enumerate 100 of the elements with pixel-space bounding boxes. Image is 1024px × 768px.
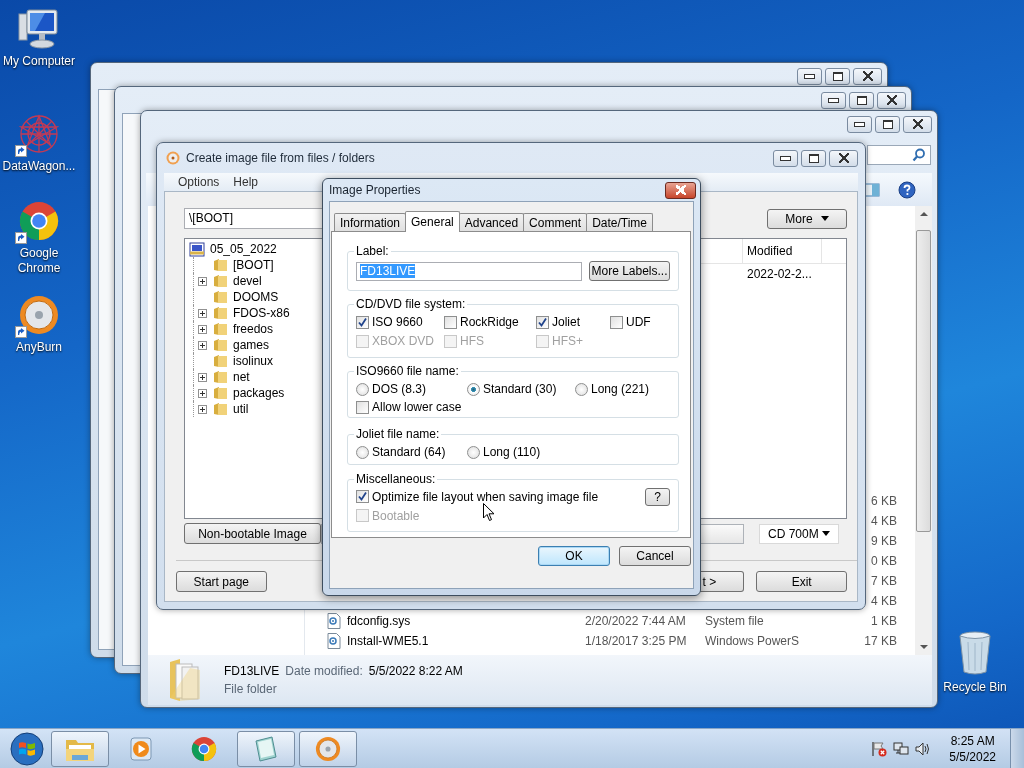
- tab[interactable]: Date/Time: [586, 213, 654, 231]
- menu-item[interactable]: Help: [233, 175, 259, 189]
- close-button[interactable]: [665, 181, 696, 199]
- help-icon[interactable]: [898, 180, 916, 199]
- tree-item[interactable]: games: [233, 338, 270, 352]
- start-page-button[interactable]: Start page: [176, 571, 267, 592]
- menu-item[interactable]: Options: [178, 175, 220, 189]
- expand-icon[interactable]: [198, 324, 207, 334]
- next-button[interactable]: t >: [699, 571, 745, 592]
- speaker-icon[interactable]: [915, 740, 932, 757]
- radio-button[interactable]: [575, 382, 588, 396]
- radio-button[interactable]: [467, 445, 480, 459]
- tab[interactable]: Information: [334, 213, 407, 231]
- clock-date[interactable]: 5/5/2022: [949, 748, 996, 765]
- clock-time[interactable]: 8:25 AM: [950, 732, 995, 749]
- desktop-icon[interactable]: Google Chrome: [0, 200, 78, 276]
- minimize-button[interactable]: [821, 91, 846, 109]
- folder-icon: [213, 354, 228, 368]
- file-size: 6 KB: [871, 494, 897, 508]
- tree-item[interactable]: net: [233, 370, 250, 384]
- close-button[interactable]: [877, 91, 906, 109]
- cancel-button[interactable]: Cancel: [619, 546, 691, 566]
- file-size: 4 KB: [871, 594, 897, 608]
- web-icon: [17, 113, 61, 155]
- close-button[interactable]: [903, 115, 932, 133]
- folder-icon: [213, 370, 228, 384]
- checkbox[interactable]: [610, 315, 623, 329]
- tree-item[interactable]: util: [233, 402, 249, 416]
- taskbar-button[interactable]: [299, 730, 357, 767]
- expand-icon[interactable]: [198, 276, 207, 286]
- tree-item[interactable]: DOOMS: [233, 290, 279, 304]
- tree-item[interactable]: [BOOT]: [233, 258, 274, 272]
- minimize-button[interactable]: [773, 149, 798, 167]
- desktop-icon[interactable]: Recycle Bin: [940, 630, 1010, 695]
- maximize-button[interactable]: [849, 91, 874, 109]
- more-labels-button[interactable]: More Labels...: [589, 261, 670, 281]
- flag-icon[interactable]: [871, 740, 888, 757]
- file-icon: [327, 613, 341, 629]
- browser-icon: [17, 200, 61, 242]
- maximize-button[interactable]: [801, 149, 826, 167]
- tree-item[interactable]: packages: [233, 386, 285, 400]
- radio-label: Long (221): [591, 382, 650, 396]
- minimize-button[interactable]: [847, 115, 872, 133]
- tab[interactable]: Advanced: [458, 213, 525, 231]
- radio-button[interactable]: [467, 382, 480, 396]
- expand-icon[interactable]: [198, 388, 207, 398]
- search-field[interactable]: [867, 145, 931, 165]
- computer-icon: [17, 8, 61, 50]
- tree-item[interactable]: devel: [233, 274, 262, 288]
- caret-icon: [820, 216, 829, 221]
- maximize-button[interactable]: [875, 115, 900, 133]
- file-size: 7 KB: [871, 574, 897, 588]
- close-button[interactable]: [829, 149, 858, 167]
- maximize-button[interactable]: [825, 67, 850, 85]
- radio-button[interactable]: [356, 445, 369, 459]
- item-type: File folder: [224, 682, 278, 696]
- media-dropdown[interactable]: CD 700M: [759, 523, 839, 544]
- desktop-icon[interactable]: My Computer: [0, 8, 78, 69]
- column-header[interactable]: Modified: [743, 239, 822, 263]
- expand-icon[interactable]: [198, 308, 207, 318]
- more-button[interactable]: More: [767, 208, 847, 229]
- radio-button[interactable]: [356, 382, 369, 396]
- checkbox[interactable]: [444, 315, 457, 329]
- minimize-button[interactable]: [797, 67, 822, 85]
- exit-button[interactable]: Exit: [756, 571, 847, 592]
- item-name: FD13LIVE: [224, 664, 280, 678]
- tree-item[interactable]: FDOS-x86: [233, 306, 290, 320]
- tree-item[interactable]: freedos: [233, 322, 274, 336]
- tab[interactable]: General: [405, 211, 460, 232]
- expand-icon[interactable]: [198, 340, 207, 350]
- radio-label: DOS (8.3): [372, 382, 426, 396]
- desktop-icon[interactable]: DataWagon...: [0, 113, 78, 174]
- taskbar-button[interactable]: [237, 730, 295, 767]
- help-button[interactable]: ?: [645, 487, 670, 506]
- file-size: 0 KB: [871, 554, 897, 568]
- checkbox[interactable]: [356, 400, 369, 414]
- checkbox[interactable]: [356, 490, 369, 503]
- file-name[interactable]: Install-WME5.1: [347, 634, 429, 648]
- radio-label: Long (110): [483, 445, 541, 459]
- tab[interactable]: Comment: [523, 213, 588, 231]
- boot-button[interactable]: Non-bootable Image: [184, 523, 321, 544]
- ok-button[interactable]: OK: [538, 546, 610, 566]
- expand-icon[interactable]: [198, 404, 207, 414]
- expand-icon[interactable]: [198, 372, 207, 382]
- network-icon[interactable]: [893, 740, 910, 757]
- file-type: System file: [705, 614, 764, 628]
- close-button[interactable]: [853, 67, 882, 85]
- file-size: 9 KB: [871, 534, 897, 548]
- desktop-icon[interactable]: AnyBurn: [0, 294, 78, 355]
- tree-item[interactable]: 05_05_2022: [210, 242, 277, 256]
- checkbox[interactable]: [356, 315, 369, 329]
- window-title: Create image file from files / folders: [186, 151, 376, 165]
- checkbox[interactable]: [536, 315, 549, 329]
- notepad-icon: [252, 734, 280, 763]
- file-name[interactable]: fdconfig.sys: [347, 614, 411, 628]
- scrollbar[interactable]: [915, 206, 932, 655]
- tree-item[interactable]: isolinux: [233, 354, 274, 368]
- file-size: 17 KB: [864, 634, 897, 648]
- taskbar-button[interactable]: [51, 730, 109, 767]
- start-button[interactable]: [7, 729, 47, 768]
